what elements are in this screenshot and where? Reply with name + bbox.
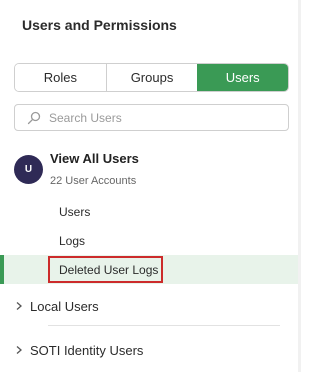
search-input[interactable] xyxy=(49,110,269,125)
section-local-users-label: Local Users xyxy=(30,298,99,314)
users-permissions-panel: Users and Permissions Roles Groups Users… xyxy=(0,0,301,372)
search-box[interactable] xyxy=(14,104,289,131)
panel-title: Users and Permissions xyxy=(22,17,177,33)
nav-item-logs[interactable]: Logs xyxy=(59,234,85,248)
divider xyxy=(48,325,280,326)
tab-bar: Roles Groups Users xyxy=(14,63,289,92)
tab-roles[interactable]: Roles xyxy=(15,64,106,91)
user-accounts-count: 22 User Accounts xyxy=(50,175,137,187)
chevron-right-icon xyxy=(16,302,22,310)
section-soti-identity-users[interactable]: SOTI Identity Users xyxy=(14,340,279,360)
highlight-annotation xyxy=(48,256,163,283)
search-icon xyxy=(27,111,41,124)
nav-item-users[interactable]: Users xyxy=(59,205,90,219)
section-soti-identity-users-label: SOTI Identity Users xyxy=(30,342,144,358)
tab-users[interactable]: Users xyxy=(197,64,288,91)
view-all-users-title[interactable]: View All Users xyxy=(50,151,139,166)
tab-groups[interactable]: Groups xyxy=(105,64,198,91)
section-local-users[interactable]: Local Users xyxy=(14,296,279,316)
panel-edge xyxy=(298,0,301,372)
chevron-right-icon xyxy=(16,346,22,354)
avatar: U xyxy=(14,155,43,184)
selected-indicator xyxy=(0,255,4,284)
